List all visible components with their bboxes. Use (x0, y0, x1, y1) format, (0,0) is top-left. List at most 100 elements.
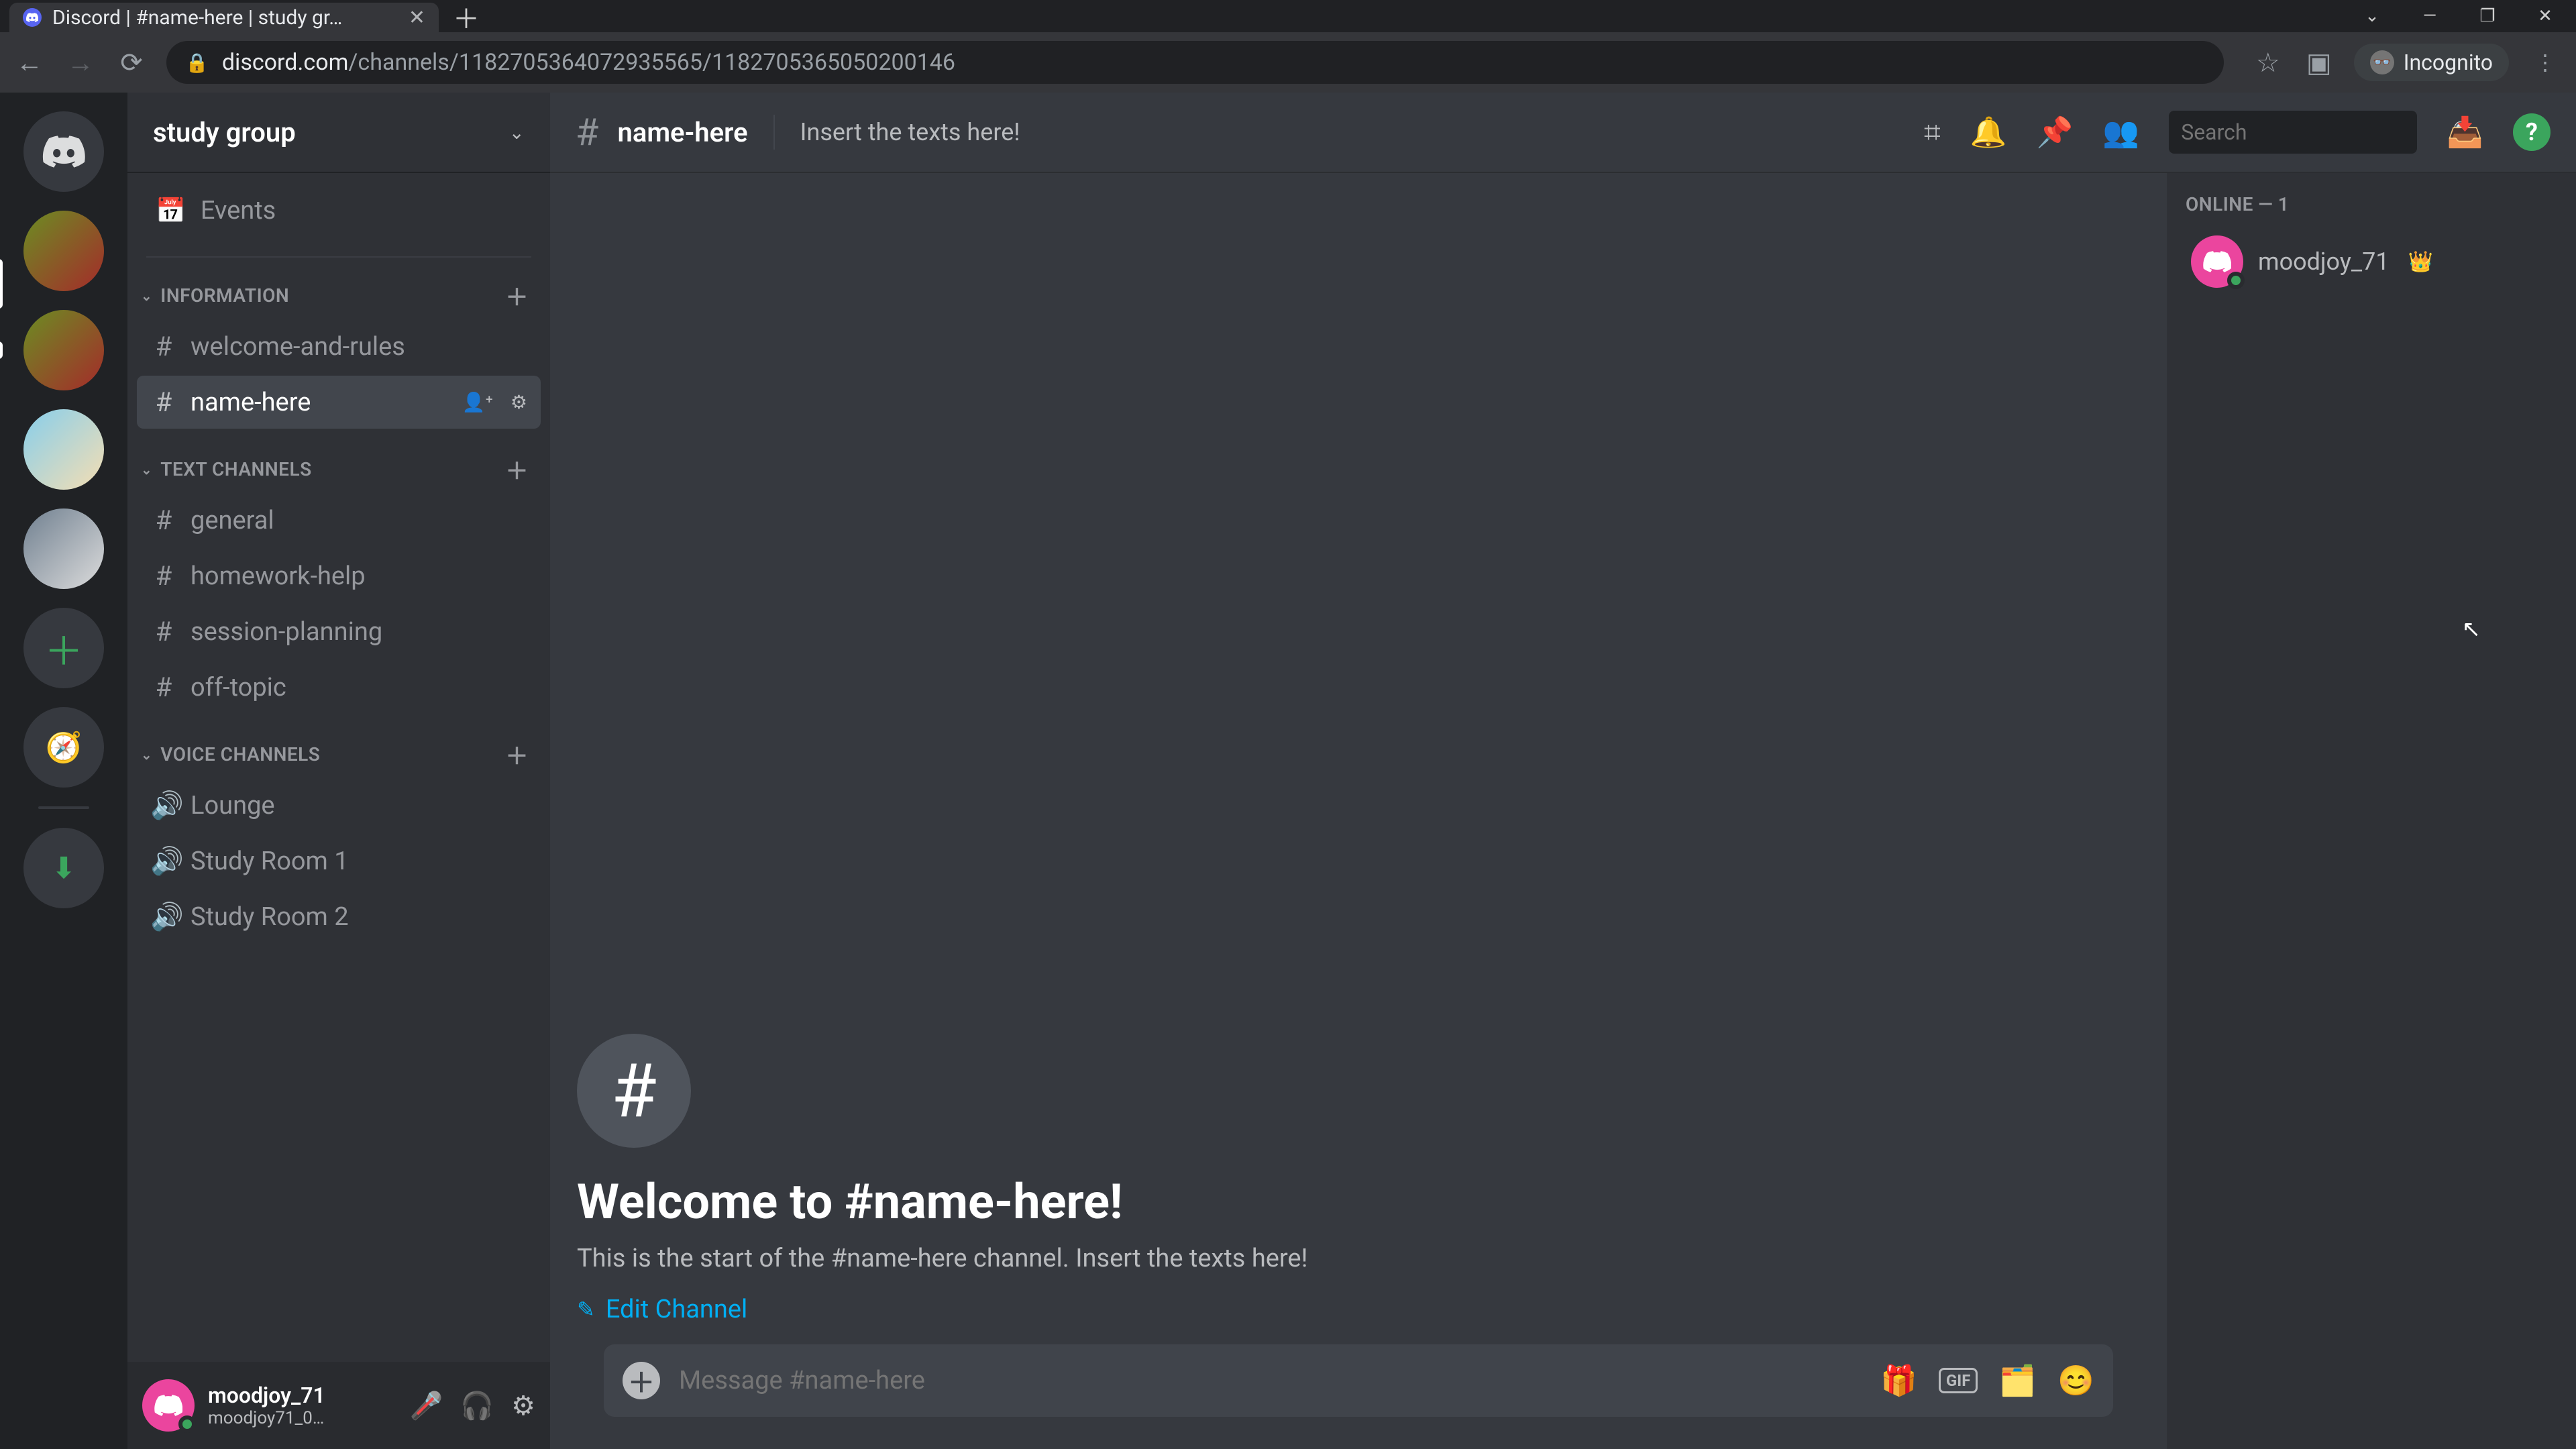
channel-off-topic[interactable]: # off-topic (137, 661, 541, 714)
category-header-text[interactable]: ⌄ TEXT CHANNELS ＋ (137, 447, 541, 491)
hash-icon: # (150, 560, 177, 592)
dropdown-icon[interactable]: ⌄ (2361, 6, 2383, 26)
server-item-3[interactable] (23, 409, 104, 490)
browser-menu-button[interactable]: ⋮ (2528, 50, 2563, 75)
browser-tab[interactable]: Discord | #name-here | study gr… ✕ (9, 3, 439, 32)
create-invite-icon[interactable]: 👤⁺ (462, 391, 493, 413)
threads-icon[interactable]: ⌗ (1924, 115, 1941, 150)
status-online-icon (2227, 272, 2245, 289)
self-info[interactable]: moodjoy_71 moodjoy71_0… (208, 1383, 325, 1428)
server-item-1[interactable] (23, 211, 104, 291)
tab-title: Discord | #name-here | study gr… (52, 6, 342, 30)
add-server-button[interactable]: ＋ (23, 608, 104, 688)
back-button[interactable]: ← (13, 46, 46, 78)
server-item-4[interactable] (23, 508, 104, 589)
channel-session-planning[interactable]: # session-planning (137, 605, 541, 658)
channel-name-here[interactable]: # name-here 👤⁺ ⚙ (137, 376, 541, 429)
channel-label: homework-help (191, 561, 366, 591)
help-button[interactable]: ? (2513, 113, 2551, 151)
members-online-heading: ONLINE — 1 (2186, 193, 2557, 215)
hash-icon: # (150, 672, 177, 703)
forward-button[interactable]: → (64, 46, 97, 78)
member-row[interactable]: moodjoy_71 👑 (2186, 227, 2557, 296)
url-text: discord.com/channels/1182705364072935565… (222, 49, 955, 76)
self-avatar[interactable] (142, 1379, 195, 1432)
pinned-messages-icon[interactable]: 📌 (2037, 115, 2074, 150)
member-list-toggle-icon[interactable]: 👥 (2102, 115, 2139, 150)
close-tab-icon[interactable]: ✕ (409, 6, 425, 30)
bookmark-icon[interactable]: ☆ (2252, 46, 2284, 78)
mute-mic-button[interactable]: 🎤 (410, 1390, 443, 1421)
close-window-button[interactable]: ✕ (2534, 6, 2556, 26)
channel-topic[interactable]: Insert the texts here! (800, 118, 1020, 146)
url-path: /channels/1182705364072935565/1182705365… (348, 49, 955, 76)
hash-icon: # (576, 110, 598, 154)
calendar-icon: 📅 (156, 197, 186, 225)
chat-body: # Welcome to #name-here! This is the sta… (550, 173, 2576, 1449)
minimize-button[interactable]: ― (2419, 6, 2440, 26)
channel-label: off-topic (191, 673, 286, 702)
search-box[interactable]: 🔍 (2169, 111, 2417, 154)
extensions-icon[interactable]: ▣ (2303, 46, 2335, 78)
self-subtext: moodjoy71_0… (208, 1408, 325, 1428)
channel-homework-help[interactable]: # homework-help (137, 549, 541, 602)
server-unread-indicator (0, 341, 3, 359)
chevron-down-icon: ⌄ (141, 462, 152, 478)
category-header-voice[interactable]: ⌄ VOICE CHANNELS ＋ (137, 733, 541, 776)
gift-icon[interactable]: 🎁 (1880, 1363, 1917, 1398)
home-server-button[interactable] (23, 111, 104, 192)
hash-icon: # (150, 386, 177, 418)
discord-favicon (23, 8, 42, 27)
channel-general[interactable]: # general (137, 494, 541, 547)
category-label: TEXT CHANNELS (160, 458, 311, 480)
gif-picker-button[interactable]: GIF (1939, 1368, 1978, 1393)
user-settings-button[interactable]: ⚙ (511, 1390, 535, 1421)
notifications-icon[interactable]: 🔔 (1970, 115, 2007, 150)
chevron-down-icon: ⌄ (141, 288, 152, 304)
message-input[interactable] (679, 1366, 1862, 1395)
channel-list: 📅 Events ⌄ INFORMATION ＋ # welcome-and-r… (127, 173, 550, 1362)
reload-button[interactable]: ⟳ (115, 46, 148, 78)
emoji-picker-icon[interactable]: 😊 (2057, 1363, 2094, 1398)
channel-header-name: name-here (617, 117, 747, 148)
sticker-picker-icon[interactable]: 🗂️ (1999, 1363, 2036, 1398)
download-apps-button[interactable]: ⬇ (23, 828, 104, 908)
category-header-information[interactable]: ⌄ INFORMATION ＋ (137, 274, 541, 317)
active-server-indicator (0, 259, 3, 309)
new-tab-button[interactable]: ＋ (451, 1, 482, 32)
channel-label: name-here (191, 388, 311, 417)
voice-study-room-1[interactable]: 🔊 Study Room 1 (137, 835, 541, 888)
create-channel-icon[interactable]: ＋ (506, 453, 529, 486)
channel-label: Lounge (191, 791, 275, 820)
category-label: INFORMATION (160, 284, 289, 307)
create-channel-icon[interactable]: ＋ (506, 279, 529, 312)
search-input[interactable] (2181, 119, 2453, 145)
lock-icon: 🔒 (185, 52, 209, 74)
address-bar[interactable]: 🔒 discord.com/channels/11827053640729355… (166, 41, 2224, 84)
browser-title-bar: Discord | #name-here | study gr… ✕ ＋ ⌄ ―… (0, 0, 2576, 32)
voice-study-room-2[interactable]: 🔊 Study Room 2 (137, 890, 541, 943)
channel-welcome-and-rules[interactable]: # welcome-and-rules (137, 320, 541, 373)
deafen-button[interactable]: 🎧 (460, 1390, 494, 1421)
speaker-icon: 🔊 (150, 845, 177, 877)
category-label: VOICE CHANNELS (160, 743, 320, 765)
channel-settings-icon[interactable]: ⚙ (511, 391, 527, 413)
server-header[interactable]: study group ⌄ (127, 93, 550, 173)
create-channel-icon[interactable]: ＋ (506, 738, 529, 771)
pencil-icon: ✎ (577, 1297, 595, 1322)
maximize-button[interactable]: ❐ (2477, 6, 2498, 26)
discord-app: ＋ 🧭 ⬇ study group ⌄ 📅 Events ⌄ INFORMATI… (0, 93, 2576, 1449)
member-avatar (2191, 235, 2243, 288)
welcome-heading: Welcome to #name-here! (577, 1173, 2140, 1230)
chevron-down-icon: ⌄ (509, 121, 525, 144)
server-item-2[interactable] (23, 310, 104, 390)
incognito-chip[interactable]: 👓 Incognito (2354, 44, 2509, 81)
server-name: study group (153, 117, 296, 148)
inbox-icon[interactable]: 📥 (2447, 115, 2483, 150)
incognito-label: Incognito (2404, 50, 2493, 75)
edit-channel-link[interactable]: ✎ Edit Channel (577, 1295, 747, 1324)
events-button[interactable]: 📅 Events (137, 182, 541, 239)
attach-button[interactable]: ＋ (623, 1362, 660, 1399)
explore-servers-button[interactable]: 🧭 (23, 707, 104, 788)
voice-lounge[interactable]: 🔊 Lounge (137, 779, 541, 832)
